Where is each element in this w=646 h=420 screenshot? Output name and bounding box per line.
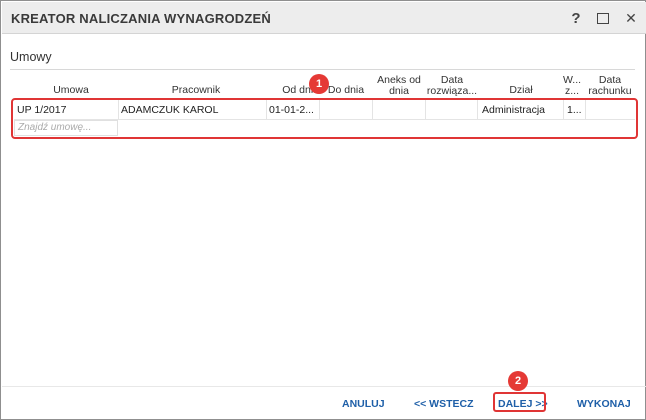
help-button[interactable]: ? <box>566 8 586 28</box>
step-badge-1: 1 <box>309 74 329 94</box>
close-icon: ✕ <box>625 9 637 26</box>
column-header-pracownik[interactable]: Pracownik <box>151 85 241 96</box>
window-title: KREATOR NALICZANIA WYNAGRODZEŃ <box>11 11 271 26</box>
column-header-do-dnia[interactable]: Do dnia <box>323 85 369 96</box>
column-header-aneks[interactable]: Aneks od dnia <box>373 75 425 97</box>
section-title: Umowy <box>10 50 52 64</box>
section-divider <box>10 69 635 70</box>
close-button[interactable]: ✕ <box>621 8 641 28</box>
title-bar: KREATOR NALICZANIA WYNAGRODZEŃ ? ✕ <box>2 2 646 34</box>
column-header-dzial[interactable]: Dział <box>481 85 561 96</box>
column-header-umowa[interactable]: Umowa <box>41 85 101 96</box>
step-badge-2: 2 <box>508 371 528 391</box>
footer-divider <box>2 386 646 387</box>
maximize-icon <box>597 12 609 24</box>
wizard-window: KREATOR NALICZANIA WYNAGRODZEŃ ? ✕ Umowy… <box>0 0 646 420</box>
column-header-w-z[interactable]: W... z... <box>561 75 583 97</box>
column-header-data-rachunku[interactable]: Data rachunku <box>585 75 635 97</box>
column-header-data-rozwiazania[interactable]: Data rozwiąza... <box>425 75 479 97</box>
back-button[interactable]: << WSTECZ <box>414 398 474 410</box>
table-highlight-frame <box>11 98 638 139</box>
cancel-button[interactable]: ANULUJ <box>342 398 385 410</box>
execute-button[interactable]: WYKONAJ <box>577 398 631 410</box>
next-button-highlight <box>493 392 546 412</box>
maximize-button[interactable] <box>593 8 613 28</box>
